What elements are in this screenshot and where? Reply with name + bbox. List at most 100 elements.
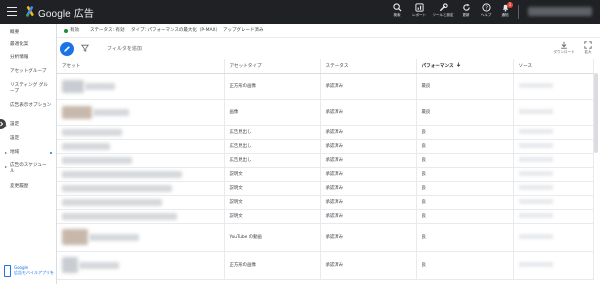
performance-cell: 良 — [416, 195, 514, 210]
source-redacted — [518, 171, 553, 176]
table-row[interactable]: 正方形の画像 承認済み 良 — [57, 251, 594, 280]
asset-text-redacted — [62, 170, 182, 178]
column-header-asset-type[interactable]: アセットタイプ — [224, 59, 321, 74]
status-cell: 承認済み — [320, 167, 417, 182]
expand-arrow-icon[interactable]: ▸ — [5, 164, 7, 169]
left-navigation: 概要 最適化案 分析情報 アセットグループ リスティング グループ 広告表示オプ… — [0, 24, 57, 284]
nav-item-listing-groups[interactable]: リスティング グループ — [10, 83, 50, 95]
asset-type-cell: 説明文 — [224, 209, 321, 224]
refresh-button[interactable]: 更新 — [455, 3, 477, 23]
asset-label-redacted — [89, 233, 140, 241]
asset-text-redacted — [62, 156, 132, 164]
nav-item-settings-1[interactable]: 設定 — [10, 122, 19, 128]
performance-cell: 良 — [416, 181, 514, 196]
source-redacted — [518, 185, 553, 190]
table-scrollbar[interactable] — [594, 73, 598, 153]
table-row[interactable]: 説明文 承認済み 良 — [57, 167, 594, 182]
nav-item-overview[interactable]: 概要 — [10, 30, 19, 36]
performance-cell: 良 — [416, 251, 514, 280]
notifications-button[interactable]: 1 通知 — [494, 2, 516, 23]
column-header-status[interactable]: ステータス — [320, 59, 417, 74]
source-redacted — [518, 157, 553, 162]
nav-item-insights[interactable]: 分析情報 — [10, 55, 28, 61]
asset-cell — [57, 99, 225, 126]
asset-thumbnail-redacted — [62, 229, 88, 245]
sort-descending-icon — [456, 62, 460, 67]
nav-item-change-history[interactable]: 変更履歴 — [10, 184, 28, 190]
collapse-sidebar-button[interactable] — [0, 119, 6, 129]
status-cell: 承認済み — [320, 153, 417, 168]
table-row[interactable]: 広告見出し 承認済み 良 — [57, 153, 594, 168]
campaign-status: 有効 — [70, 28, 79, 33]
search-button-label: 検索 — [393, 13, 401, 17]
table-header-row: アセット アセットタイプ ステータス パフォーマンス ソース — [57, 59, 594, 74]
asset-label-redacted — [93, 108, 130, 116]
filter-icon[interactable] — [81, 44, 89, 52]
source-cell — [513, 73, 594, 100]
table-row[interactable]: 説明文 承認済み 良 — [57, 181, 594, 196]
pencil-icon — [64, 46, 70, 52]
asset-cell — [57, 181, 225, 196]
asset-type-cell: 広告見出し — [224, 153, 321, 168]
promo-line-2: 広告モバイルアプリを — [14, 270, 54, 275]
menu-icon[interactable] — [7, 7, 17, 16]
table-row[interactable]: 広告見出し 承認済み 良 — [57, 125, 594, 140]
add-filter-input[interactable]: フィルタを追加 — [107, 45, 142, 52]
status-cell: 承認済み — [320, 209, 417, 224]
asset-cell — [57, 153, 225, 168]
asset-label-redacted — [85, 82, 116, 90]
asset-cell — [57, 125, 225, 140]
source-cell — [513, 139, 594, 154]
performance-cell: 良 — [416, 125, 514, 140]
search-button[interactable]: 検索 — [386, 3, 408, 23]
table-row[interactable]: YouTube の動画 承認済み 良 — [57, 223, 594, 252]
svg-text:?: ? — [485, 6, 488, 12]
nav-item-ad-extensions[interactable]: 広告表示オプション — [10, 103, 51, 109]
asset-cell — [57, 209, 225, 224]
nav-item-recommendations[interactable]: 最適化案 — [10, 42, 28, 48]
column-header-source[interactable]: ソース — [513, 59, 594, 74]
table-row[interactable]: 正方形の画像 承認済み 最良 — [57, 73, 594, 100]
table-row[interactable]: 説明文 承認済み 良 — [57, 209, 594, 224]
nav-item-locations[interactable]: 地域 — [10, 150, 19, 156]
source-cell — [513, 181, 594, 196]
table-row[interactable]: 画像 承認済み 最良 — [57, 99, 594, 126]
nav-item-asset-groups[interactable]: アセットグループ — [10, 69, 46, 75]
phone-icon — [4, 265, 11, 277]
campaign-type-text: タイプ: パフォーマンスの最大化（P-MAX） — [131, 28, 221, 33]
source-redacted — [518, 83, 553, 88]
source-cell — [513, 223, 594, 252]
source-redacted — [518, 213, 553, 218]
expand-arrow-icon[interactable]: ▸ — [5, 150, 7, 155]
nav-item-settings-2[interactable]: 設定 — [10, 136, 19, 142]
fullscreen-icon — [584, 41, 592, 49]
mobile-app-promo[interactable]: Google 広告モバイルアプリを — [3, 264, 55, 280]
tools-button-label: ツールと設定 — [432, 13, 454, 17]
status-cell: 承認済み — [320, 181, 417, 196]
report-button[interactable]: レポート — [408, 3, 430, 23]
nav-item-ad-schedule[interactable]: 広告のスケジュール — [10, 163, 50, 175]
performance-cell: 最良 — [416, 99, 514, 126]
asset-thumbnail-redacted — [62, 79, 84, 93]
table-row[interactable]: 広告見出し 承認済み 良 — [57, 139, 594, 154]
brand-title: Google 広告 — [38, 9, 94, 20]
top-app-bar: Google 広告 検索 レポート ツールと設定 更新 ? ヘルプ 1 通知 — [0, 0, 600, 24]
column-header-asset[interactable]: アセット — [57, 59, 225, 74]
source-cell — [513, 209, 594, 224]
expand-button[interactable]: 拡大 — [576, 41, 600, 55]
chevron-right-icon — [0, 121, 4, 127]
source-redacted — [518, 143, 553, 148]
table-row[interactable]: 説明文 承認済み 良 — [57, 195, 594, 210]
asset-type-cell: 正方形の画像 — [224, 73, 321, 100]
upgrade-status-text: アップグレード済み — [223, 28, 264, 33]
column-header-performance[interactable]: パフォーマンス — [416, 59, 514, 74]
edit-fab-button[interactable] — [60, 42, 74, 56]
help-icon: ? — [481, 3, 491, 12]
tools-button[interactable]: ツールと設定 — [432, 3, 454, 23]
download-button[interactable]: ダウンロード — [552, 41, 576, 55]
asset-text-redacted — [62, 142, 110, 150]
report-button-label: レポート — [412, 13, 426, 17]
status-cell: 承認済み — [320, 195, 417, 210]
account-info[interactable] — [528, 7, 592, 16]
table-toolbar: フィルタを追加 ダウンロード 拡大 — [57, 38, 600, 59]
